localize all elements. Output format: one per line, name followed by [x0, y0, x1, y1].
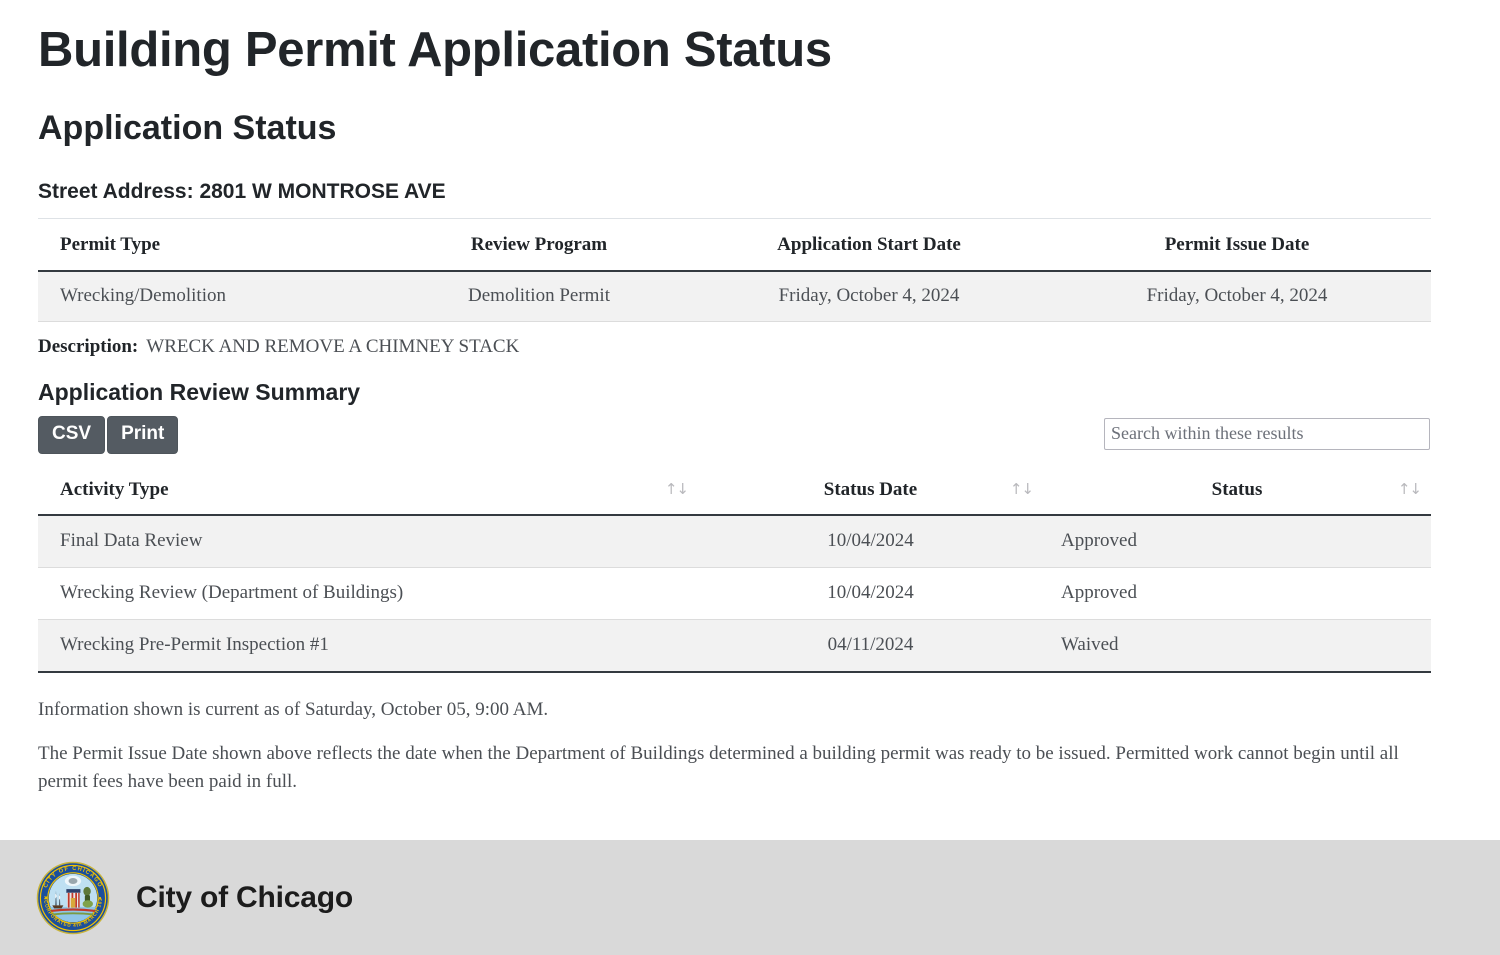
- cell-status-date: 10/04/2024: [698, 567, 1043, 619]
- section-title: Application Status: [38, 78, 1431, 149]
- column-header-status-label: Status: [1212, 479, 1263, 500]
- permit-details-table: Permit Type Review Program Application S…: [38, 218, 1431, 322]
- cell-permit-issue-date: Friday, October 4, 2024: [1043, 271, 1431, 322]
- currency-note: Information shown is current as of Satur…: [38, 673, 1431, 724]
- site-footer: CITY OF CHICAGO INCORPORATED 4th MARCH 1…: [0, 840, 1500, 955]
- column-header-application-start-date: Application Start Date: [695, 219, 1043, 272]
- export-button-group: CSV Print: [38, 416, 180, 454]
- column-header-status-date-label: Status Date: [824, 479, 917, 500]
- cell-activity-type: Wrecking Pre-Permit Inspection #1: [38, 619, 698, 672]
- cell-status-date: 04/11/2024: [698, 619, 1043, 672]
- review-summary-table: Activity Type ↑↓ Status Date ↑↓ Status ↑…: [38, 465, 1431, 673]
- description-line: Description:WRECK AND REMOVE A CHIMNEY S…: [38, 322, 1431, 358]
- search-input[interactable]: [1104, 418, 1430, 450]
- permit-table-header-row: Permit Type Review Program Application S…: [38, 219, 1431, 272]
- sort-icon[interactable]: ↑↓: [665, 480, 688, 498]
- description-value: WRECK AND REMOVE A CHIMNEY STACK: [138, 336, 519, 357]
- page-title: Building Permit Application Status: [38, 0, 1431, 78]
- review-table-header-row: Activity Type ↑↓ Status Date ↑↓ Status ↑…: [38, 465, 1431, 515]
- city-of-chicago-seal-icon: CITY OF CHICAGO INCORPORATED 4th MARCH 1…: [36, 861, 110, 935]
- csv-button[interactable]: CSV: [38, 416, 105, 454]
- review-summary-heading: Application Review Summary: [38, 358, 1431, 407]
- column-header-activity-type[interactable]: Activity Type ↑↓: [38, 465, 698, 515]
- column-header-permit-type: Permit Type: [38, 219, 383, 272]
- page-root: Building Permit Application Status Appli…: [0, 0, 1500, 955]
- main-content: Building Permit Application Status Appli…: [0, 0, 1431, 796]
- column-header-status[interactable]: Status ↑↓: [1043, 465, 1431, 515]
- footer-inner: CITY OF CHICAGO INCORPORATED 4th MARCH 1…: [0, 861, 353, 935]
- street-address: Street Address: 2801 W MONTROSE AVE: [38, 149, 1431, 204]
- table-row: Final Data Review 10/04/2024 Approved: [38, 515, 1431, 568]
- issue-date-note: The Permit Issue Date shown above reflec…: [38, 723, 1431, 795]
- sort-icon[interactable]: ↑↓: [1010, 480, 1033, 498]
- cell-status-date: 10/04/2024: [698, 515, 1043, 568]
- table-row: Wrecking/Demolition Demolition Permit Fr…: [38, 271, 1431, 322]
- column-header-activity-type-label: Activity Type: [60, 479, 169, 500]
- cell-status: Approved: [1043, 515, 1431, 568]
- column-header-review-program: Review Program: [383, 219, 695, 272]
- sort-icon[interactable]: ↑↓: [1398, 480, 1421, 498]
- print-button[interactable]: Print: [107, 416, 178, 454]
- cell-permit-type: Wrecking/Demolition: [38, 271, 383, 322]
- description-label: Description:: [38, 336, 138, 357]
- cell-application-start-date: Friday, October 4, 2024: [695, 271, 1043, 322]
- footer-brand-label: City of Chicago: [110, 881, 353, 915]
- cell-status: Approved: [1043, 567, 1431, 619]
- cell-activity-type: Wrecking Review (Department of Buildings…: [38, 567, 698, 619]
- cell-activity-type: Final Data Review: [38, 515, 698, 568]
- cell-review-program: Demolition Permit: [383, 271, 695, 322]
- column-header-permit-issue-date: Permit Issue Date: [1043, 219, 1431, 272]
- cell-status: Waived: [1043, 619, 1431, 672]
- table-row: Wrecking Review (Department of Buildings…: [38, 567, 1431, 619]
- review-summary-toolbar: CSV Print: [38, 416, 1431, 460]
- table-row: Wrecking Pre-Permit Inspection #1 04/11/…: [38, 619, 1431, 672]
- column-header-status-date[interactable]: Status Date ↑↓: [698, 465, 1043, 515]
